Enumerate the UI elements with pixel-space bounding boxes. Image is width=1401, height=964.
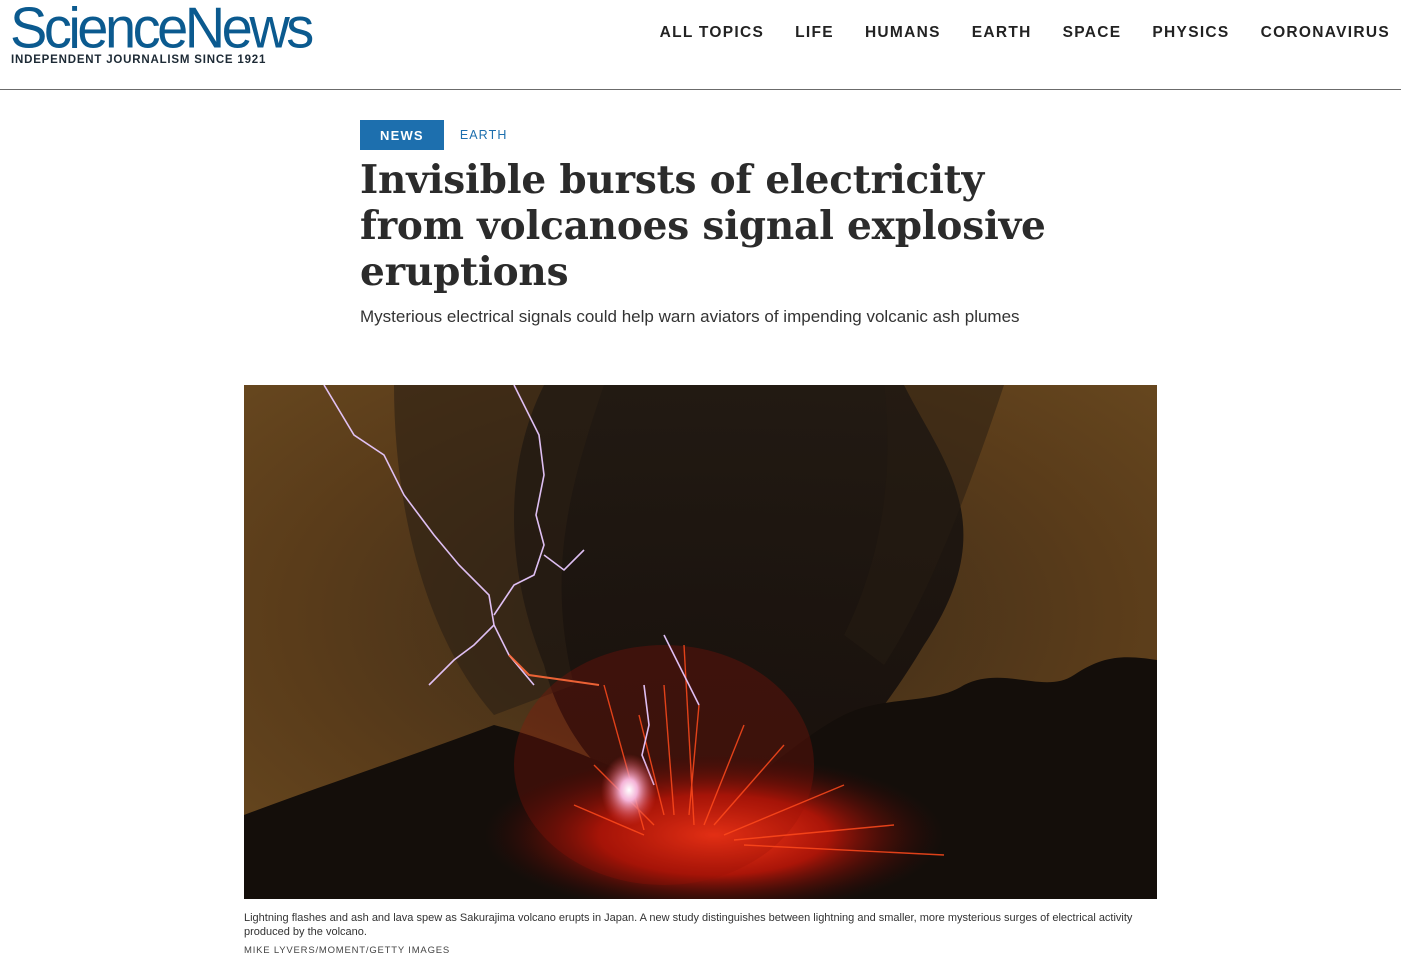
article-header: NEWS EARTH Invisible bursts of electrici… [360, 120, 1060, 328]
figure-caption: Lightning flashes and ash and lava spew … [244, 912, 1133, 938]
site-header: ScienceNews INDEPENDENT JOURNALISM SINCE… [0, 0, 1401, 90]
article-type-tag[interactable]: NEWS [360, 120, 444, 150]
article-topic-tag[interactable]: EARTH [460, 128, 508, 142]
main-nav: ALL TOPICS LIFE HUMANS EARTH SPACE PHYSI… [629, 24, 1390, 42]
site-logo[interactable]: ScienceNews INDEPENDENT JOURNALISM SINCE… [10, 0, 314, 66]
nav-item-earth[interactable]: EARTH [972, 24, 1032, 42]
nav-item-humans[interactable]: HUMANS [865, 24, 941, 42]
nav-item-life[interactable]: LIFE [795, 24, 834, 42]
article-headline: Invisible bursts of electricity from vol… [360, 157, 1046, 295]
lead-figure: Lightning flashes and ash and lava spew … [244, 385, 1157, 956]
article-tags: NEWS EARTH [360, 120, 1060, 150]
logo-wordmark: ScienceNews [10, 0, 314, 60]
lead-photo [244, 385, 1157, 899]
figure-credit: MIKE LYVERS/MOMENT/GETTY IMAGES [244, 945, 451, 956]
article-dek: Mysterious electrical signals could help… [360, 307, 1020, 326]
nav-item-coronavirus[interactable]: CORONAVIRUS [1261, 24, 1390, 42]
nav-item-space[interactable]: SPACE [1063, 24, 1122, 42]
nav-item-physics[interactable]: PHYSICS [1152, 24, 1229, 42]
nav-item-all-topics[interactable]: ALL TOPICS [660, 24, 765, 42]
